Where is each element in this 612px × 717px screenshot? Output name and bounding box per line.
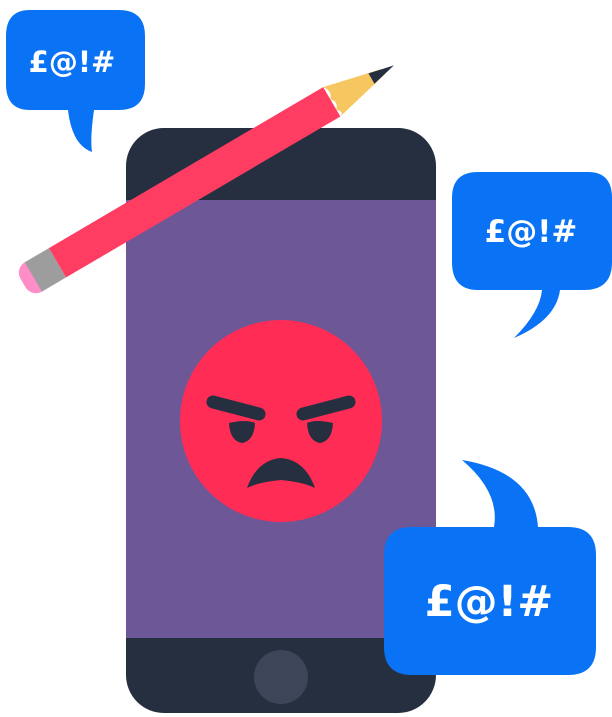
bubble-text-bottom-right: £@!# [425,577,554,627]
bubble-text-right: £@!# [485,214,578,250]
speech-bubble-icon [452,172,612,338]
speech-bubble-right: £@!# [452,172,612,338]
speech-bubble-top-left: £@!# [6,10,145,152]
angry-face-icon [180,320,382,522]
speech-bubble-icon [6,10,145,152]
home-button-icon [254,650,308,704]
cyberbullying-illustration: £@!# £@!# £@!# [6,10,612,713]
bubble-text-top-left: £@!# [29,45,116,79]
emoji-face [180,320,382,522]
